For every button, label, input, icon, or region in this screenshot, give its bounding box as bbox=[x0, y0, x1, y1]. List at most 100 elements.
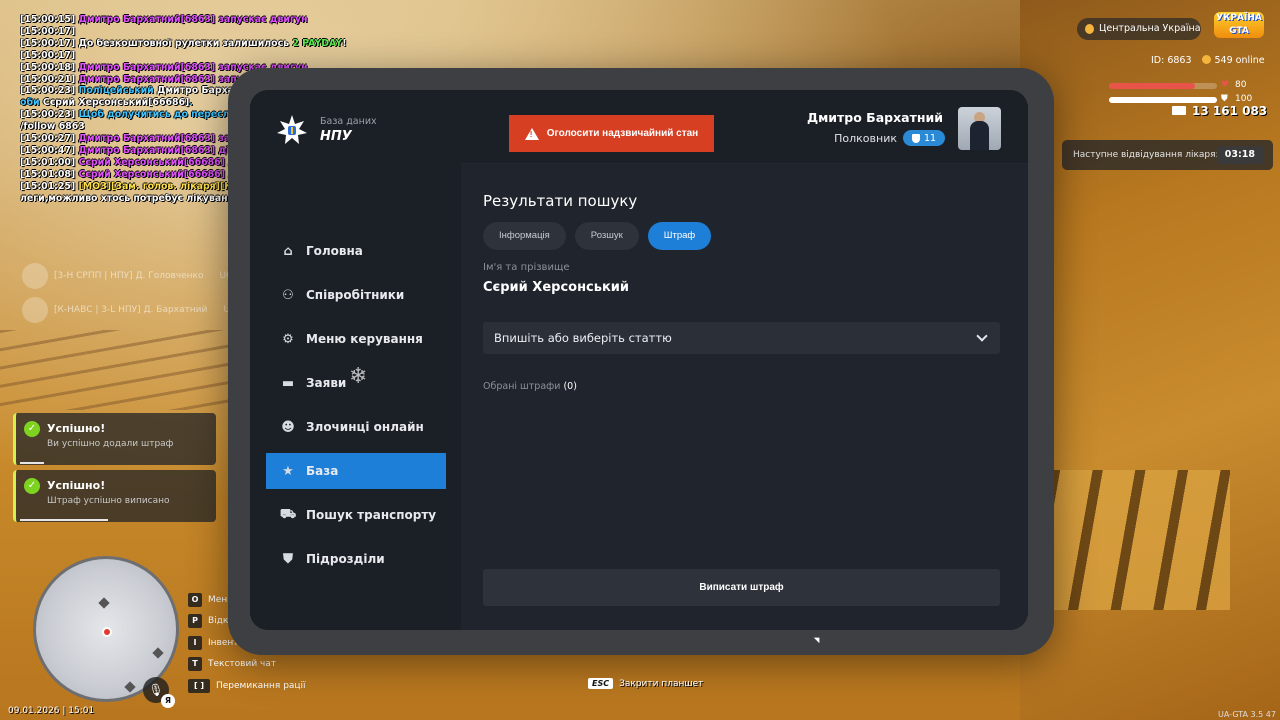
hint-label: Мені bbox=[208, 594, 230, 605]
success-notification: ✓ Успішно! Ви успішно додали штраф bbox=[13, 413, 216, 465]
home-icon: ⌂ bbox=[283, 243, 293, 259]
notification-text: Штраф успішно виписано bbox=[47, 496, 170, 506]
result-tabs: Інформація Розшук Штраф bbox=[483, 222, 712, 250]
chat-segment: [15:00:47] bbox=[20, 144, 79, 156]
close-tablet-hint: ESC Закрити планшет bbox=[588, 678, 703, 689]
hint-label: Відк bbox=[208, 616, 229, 627]
online-icon bbox=[1201, 55, 1211, 64]
player-name: [К-НАВС | 3-L НПУ] Д. Бархатний bbox=[54, 305, 208, 315]
rank-badge: 11 bbox=[903, 130, 945, 146]
selected-fines-label: Обрані штрафи bbox=[483, 381, 561, 392]
car-icon: ⛟ bbox=[279, 506, 297, 522]
chat-segment: [15:00:27] bbox=[20, 133, 79, 145]
player-name: [3-Н СРПП | НПУ] Д. Головченко bbox=[54, 271, 204, 281]
sidebar-item-mask[interactable]: ☻ Злочинці онлайн bbox=[266, 409, 446, 445]
chat-segment: 2 PAYDAY bbox=[292, 37, 343, 49]
chat-segment: До безкоштовної рулетки залишилось bbox=[78, 37, 293, 49]
user-avatar[interactable] bbox=[958, 107, 1001, 150]
chat-segment: [15:01:25] bbox=[20, 180, 79, 192]
sidebar-item-star[interactable]: ★ База bbox=[266, 453, 446, 489]
tab-fine[interactable]: Штраф bbox=[647, 222, 712, 250]
issue-fine-button[interactable]: Виписати штраф bbox=[483, 569, 1000, 606]
brand-subtitle: База даних bbox=[320, 116, 377, 127]
selected-fines: Обрані штрафи (0) bbox=[483, 381, 577, 392]
chat-line: [15:00:15] Дмитро Бархатний[6863] запуск… bbox=[20, 14, 410, 26]
emergency-button[interactable]: Оголосити надзвичайний стан bbox=[509, 115, 714, 152]
truck-detail bbox=[1050, 470, 1230, 610]
sidebar-item-gear[interactable]: ⚙ Меню керування bbox=[266, 321, 446, 357]
article-select-placeholder: Впишіть або виберіть статтю bbox=[494, 331, 672, 345]
sidebar-item-label: Заяви bbox=[306, 376, 347, 390]
server-badge: Центральна Україна bbox=[1077, 18, 1201, 40]
emergency-label: Оголосити надзвичайний стан bbox=[546, 128, 699, 139]
chat-segment: . bbox=[189, 97, 193, 109]
sidebar-item-shield[interactable]: ⛊ Підрозділи bbox=[266, 541, 446, 577]
brand-title: НПУ bbox=[320, 129, 352, 144]
player-id: ID: 6863 bbox=[1151, 55, 1192, 66]
player-avatar bbox=[22, 297, 48, 323]
close-tablet-label: Закрити планшет bbox=[619, 678, 704, 689]
tablet-sidebar: База даних НПУ ⌂ Головна ⚇ Співробітники ⚙ Ме… bbox=[250, 90, 461, 630]
chat-segment: Сєрий Херсонський[66686] bbox=[42, 97, 190, 109]
sidebar-item-label: Меню керування bbox=[306, 332, 423, 346]
chat-segment: [15:00:18] bbox=[20, 61, 79, 73]
player-position-icon bbox=[102, 627, 112, 637]
doctor-timer-value: 03:18 bbox=[1216, 146, 1263, 164]
version-label: UA-GTA 3.5 47 bbox=[1218, 710, 1276, 719]
chat-segment: Дмитро Бархатний[6863] запускає двигун bbox=[78, 14, 308, 25]
chat-segment: [15:00:17] bbox=[20, 25, 76, 37]
player-name-tag: [3-Н СРПП | НПУ] Д. Головченко UGTA bbox=[22, 262, 248, 290]
map-marker-icon bbox=[124, 681, 136, 693]
chat-segment: ! bbox=[342, 37, 347, 49]
article-select[interactable]: Впишіть або виберіть статтю bbox=[483, 322, 1000, 354]
tab-info[interactable]: Інформація bbox=[483, 222, 566, 250]
police-tablet: База даних НПУ ⌂ Головна ⚇ Співробітники ⚙ Ме… bbox=[228, 68, 1054, 655]
health-bar bbox=[1109, 83, 1196, 89]
notification-title: Успішно! bbox=[47, 422, 106, 435]
armor-bar bbox=[1109, 97, 1217, 103]
chat-segment: [15:00:17] bbox=[20, 49, 76, 61]
hint-label: Перемикання рації bbox=[216, 680, 306, 691]
sidebar-item-car[interactable]: ⛟ Пошук транспорту bbox=[266, 497, 446, 533]
notification-progress bbox=[20, 462, 44, 464]
tablet-header: Оголосити надзвичайний стан Дмитро Барха… bbox=[461, 90, 1028, 164]
chevron-down-icon bbox=[976, 330, 988, 342]
armor-bar-track bbox=[1109, 97, 1217, 103]
chat-segment: [15:01:00] bbox=[20, 156, 79, 168]
warning-icon bbox=[524, 127, 539, 140]
chat-segment: оби bbox=[20, 97, 43, 109]
sidebar-item-home[interactable]: ⌂ Головна bbox=[266, 233, 446, 269]
sidebar-item-label: Злочинці онлайн bbox=[306, 420, 424, 434]
notification-title: Успішно! bbox=[47, 479, 106, 492]
online-count: 549 online bbox=[1214, 55, 1265, 66]
mask-icon: ☻ bbox=[281, 419, 295, 435]
avatar-body bbox=[970, 121, 989, 150]
sidebar-item-label: Підрозділи bbox=[306, 552, 385, 566]
shield-icon bbox=[911, 133, 920, 143]
hint-label: Текстовий чат bbox=[208, 659, 277, 670]
check-icon: ✓ bbox=[24, 478, 40, 494]
location-icon bbox=[1085, 24, 1094, 34]
police-emblem-icon bbox=[277, 115, 307, 144]
notification-text: Ви успішно додали штраф bbox=[47, 439, 174, 449]
rank-level: 11 bbox=[923, 132, 937, 144]
chat-segment: [15:01:08] bbox=[20, 168, 79, 180]
sidebar-item-employees[interactable]: ⚇ Співробітники bbox=[266, 277, 446, 313]
map-marker-icon bbox=[98, 597, 110, 609]
chat-segment: /follow 6863 bbox=[20, 121, 85, 133]
player-id-line: ID: 6863 549 online bbox=[1151, 55, 1265, 66]
sidebar-item-label: База bbox=[306, 464, 339, 478]
tab-wanted[interactable]: Розшук bbox=[574, 222, 639, 250]
health-value: 80 bbox=[1235, 80, 1247, 90]
hint-key: I bbox=[188, 635, 202, 650]
selected-fines-count: (0) bbox=[563, 381, 577, 392]
snowflake-icon: ❄ bbox=[349, 364, 368, 389]
language-indicator: Я bbox=[161, 694, 175, 708]
search-results-panel: Результати пошуку Інформація Розшук Штра… bbox=[461, 164, 1028, 630]
hint-key: [ ] bbox=[188, 678, 210, 693]
chat-line: [15:00:17] До безкоштовної рулетки залиш… bbox=[20, 38, 410, 50]
chat-segment: [15:00:23] bbox=[20, 85, 79, 97]
sidebar-nav: ⌂ Головна ⚇ Співробітники ⚙ Меню керування ▬ За… bbox=[266, 233, 446, 585]
cash-icon bbox=[1172, 106, 1186, 115]
player-name-tag: [К-НАВС | 3-L НПУ] Д. Бархатний UGTA bbox=[22, 296, 248, 324]
